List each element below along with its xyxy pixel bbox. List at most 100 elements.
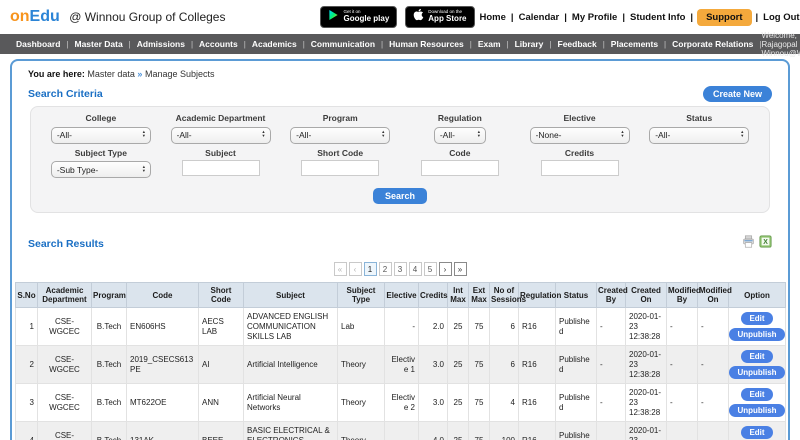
pagination-page-3[interactable]: 3 [394,262,407,276]
form-spacer [639,148,759,179]
cell-modified_on: - [698,346,729,384]
pagination-control[interactable]: « [334,262,347,276]
form-row: Subject Type-Sub Type-SubjectShort CodeC… [41,148,759,179]
google-play-badge[interactable]: Get it on Google play [320,6,397,28]
search-criteria-form: College-All-Academic Department-All-Prog… [30,106,770,213]
short-code-input[interactable] [301,160,379,176]
table-header-row: S.NoAcademic DepartmentProgramCodeShort … [16,283,786,308]
cell-int_max: 25 [448,422,469,440]
nav-item-human-resources[interactable]: Human Resources [383,39,470,49]
pagination-control[interactable]: » [454,262,467,276]
cell-modified_by: - [667,346,698,384]
pagination-page-2[interactable]: 2 [379,262,392,276]
subject-type-select[interactable]: -Sub Type- [51,161,151,178]
cell-regulation: R16 [519,346,556,384]
logo-text-edu: Edu [30,8,60,25]
table-row: 2CSE-WGCECB.Tech2019_CSECS613PEAIArtific… [16,346,786,384]
pagination-page-1[interactable]: 1 [364,262,377,276]
cell-created_by: - [597,422,626,440]
cell-program: B.Tech [92,308,127,346]
cell-credits: 3.0 [419,384,448,422]
nav-item-master-data[interactable]: Master Data [68,39,128,49]
nav-item-admissions[interactable]: Admissions [131,39,191,49]
code-input[interactable] [421,160,499,176]
elective-select[interactable]: -None- [530,127,630,144]
nav-item-corporate-relations[interactable]: Corporate Relations [666,39,759,49]
pagination-page-5[interactable]: 5 [424,262,437,276]
unpublish-button[interactable]: Unpublish [729,366,784,379]
edit-button[interactable]: Edit [741,388,772,401]
nav-item-academics[interactable]: Academics [246,39,303,49]
field-label-credits: Credits [565,148,594,158]
college-select[interactable]: -All- [51,127,151,144]
regulation-select[interactable]: -All- [434,127,486,144]
top-link-log-out[interactable]: Log Out [758,12,800,23]
cell-regulation: R16 [519,308,556,346]
cell-created_on: 2020-01-23 12:38:28 [626,422,667,440]
action-buttons: Edit Unpublish [732,388,782,417]
search-button[interactable]: Search [373,188,427,204]
cell-subject_type: Theory [338,346,385,384]
top-link-student-info[interactable]: Student Info [625,12,690,23]
pagination-control[interactable]: ‹ [349,262,362,276]
cell-elective: Elective 2 [385,384,419,422]
unpublish-button[interactable]: Unpublish [729,328,784,341]
credits-input[interactable] [541,160,619,176]
table-row: 3CSE-WGCECB.TechMT622OEANNArtificial Neu… [16,384,786,422]
status-select[interactable]: -All- [649,127,749,144]
top-link-my-profile[interactable]: My Profile [567,12,622,23]
cell-ext_max: 75 [469,384,490,422]
cell-program: B.Tech [92,384,127,422]
cell-code: EN606HS [127,308,199,346]
cell-academic_department: CSE-WGCEC [38,422,92,440]
cell-elective: - [385,422,419,440]
cell-created_on: 2020-01-23 12:38:28 [626,308,667,346]
nav-item-library[interactable]: Library [509,39,550,49]
nav-item-placements[interactable]: Placements [605,39,664,49]
column-header-no-of-sessions: No of Sessions [490,283,519,308]
nav-item-communication[interactable]: Communication [305,39,381,49]
nav-item-accounts[interactable]: Accounts [193,39,244,49]
column-header-created-by: Created By [597,283,626,308]
app-logo[interactable]: onEdu @ Winnou Group of Colleges [10,8,225,26]
field-label-code: Code [449,148,470,158]
field-elective: Elective-None- [520,113,640,144]
cell-int_max: 25 [448,384,469,422]
cell-short_code: AI [199,346,244,384]
cell-code: MT622OE [127,384,199,422]
create-new-button[interactable]: Create New [703,86,772,102]
column-header-subject: Subject [244,283,338,308]
table-row: 4CSE-WGCECB.Tech131AKBEEEBASIC ELECTRICA… [16,422,786,440]
edit-button[interactable]: Edit [741,350,772,363]
breadcrumb-parent[interactable]: Master data [87,69,135,79]
program-select[interactable]: -All- [290,127,390,144]
cell-subject_type: Lab [338,308,385,346]
google-play-icon [328,8,339,26]
cell-option: Edit Unpublish [729,308,786,346]
field-label-program: Program [323,113,358,123]
top-link-support[interactable]: Support [697,9,751,26]
field-credits: Credits [520,148,640,179]
app-store-badge[interactable]: Download on the App Store [405,6,474,28]
academic-department-select[interactable]: -All- [171,127,271,144]
nav-items: Dashboard|Master Data|Admissions|Account… [10,39,761,49]
top-link-calendar[interactable]: Calendar [514,12,565,23]
column-header-status: Status [556,283,597,308]
excel-export-icon[interactable]: X [759,235,772,253]
nav-item-feedback[interactable]: Feedback [552,39,603,49]
pagination-page-4[interactable]: 4 [409,262,422,276]
column-header-regulation: Regulation [519,283,556,308]
pagination-control[interactable]: › [439,262,452,276]
nav-item-dashboard[interactable]: Dashboard [10,39,66,49]
top-link-home[interactable]: Home [475,12,511,23]
print-icon[interactable] [742,235,755,253]
edit-button[interactable]: Edit [741,426,772,439]
column-header-s-no: S.No [16,283,38,308]
subject-input[interactable] [182,160,260,176]
nav-item-exam[interactable]: Exam [472,39,507,49]
field-college: College -All- [41,113,161,144]
edit-button[interactable]: Edit [741,312,772,325]
field-label-college: College [85,113,116,123]
cell-short_code: AECS LAB [199,308,244,346]
unpublish-button[interactable]: Unpublish [729,404,784,417]
